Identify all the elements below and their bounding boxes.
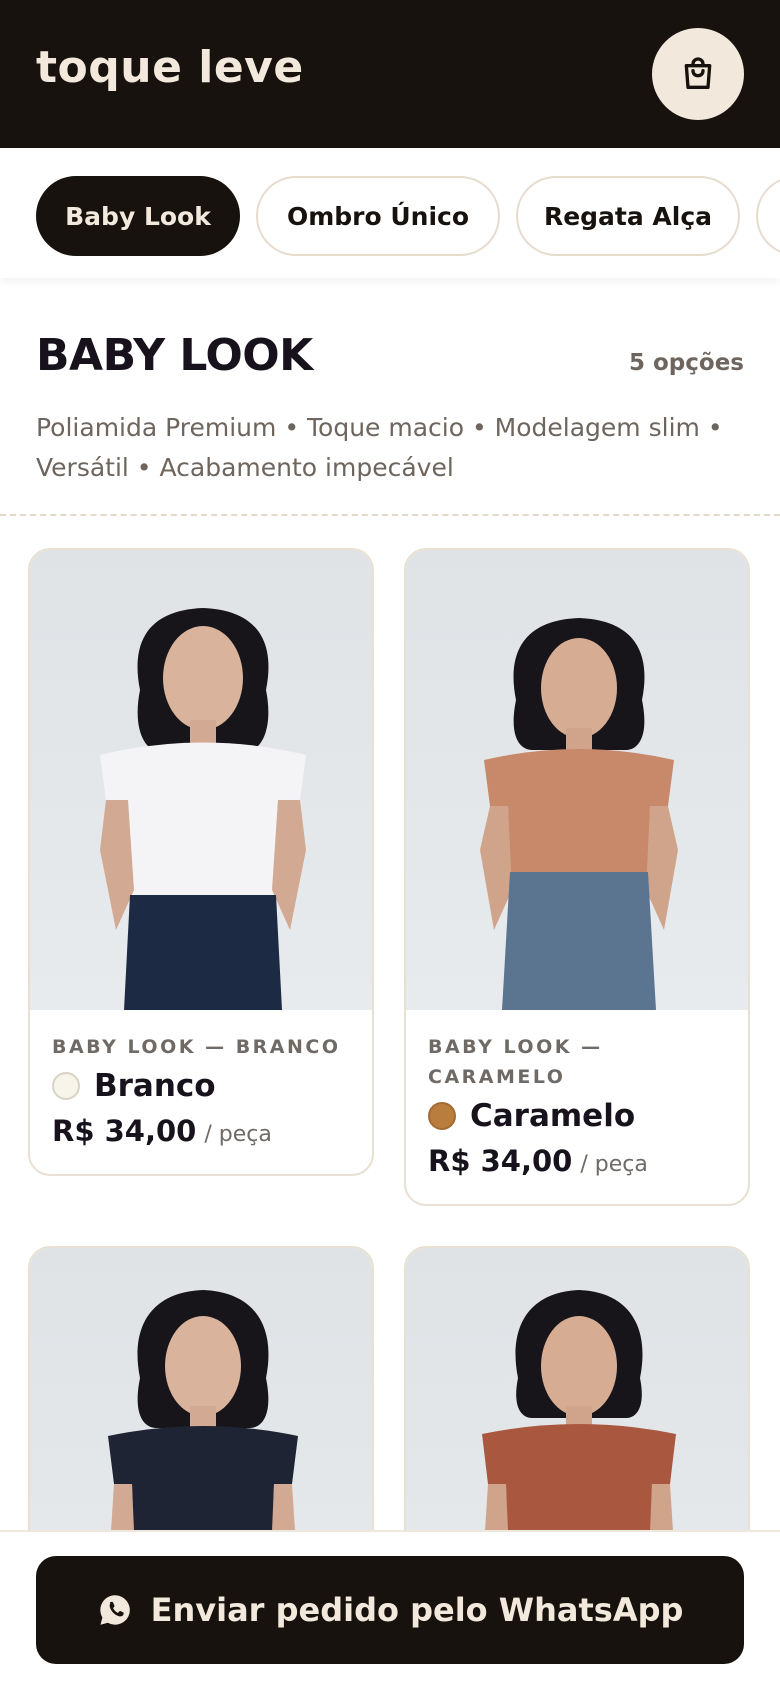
section-title: BABY LOOK — [36, 330, 313, 381]
color-swatch — [428, 1102, 456, 1130]
product-name: Branco — [94, 1068, 216, 1104]
tab-next-partial[interactable] — [756, 176, 780, 256]
whatsapp-order-button[interactable]: Enviar pedido pelo WhatsApp — [36, 1556, 744, 1664]
product-card-caramelo[interactable]: BABY LOOK — CARAMELO Caramelo R$ 34,00 /… — [404, 548, 750, 1206]
divider — [0, 514, 780, 516]
section-description: Poliamida Premium • Toque macio • Modela… — [36, 413, 723, 482]
product-subtitle: BABY LOOK — CARAMELO — [428, 1036, 603, 1088]
tab-regata-alca[interactable]: Regata Alça — [516, 176, 740, 256]
whatsapp-icon — [99, 1595, 130, 1625]
price-unit: / peça — [580, 1152, 648, 1177]
app-header: toque leve — [0, 0, 780, 148]
product-subtitle: BABY LOOK — BRANCO — [52, 1036, 341, 1058]
option-count: 5 opções — [629, 350, 744, 376]
shopping-bag-icon — [684, 57, 712, 90]
order-footer: Enviar pedido pelo WhatsApp — [0, 1530, 780, 1688]
color-swatch — [52, 1072, 80, 1100]
whatsapp-button-label: Enviar pedido pelo WhatsApp — [150, 1591, 684, 1629]
model-photo-image — [480, 618, 678, 1010]
cart-button[interactable] — [652, 28, 744, 120]
brand-logo[interactable]: toque leve — [36, 42, 304, 93]
product-name: Caramelo — [470, 1098, 636, 1134]
product-price: R$ 34,00 — [428, 1144, 573, 1178]
model-photo-image — [100, 608, 306, 1010]
product-photo — [406, 550, 748, 1010]
tab-baby-look[interactable]: Baby Look — [36, 176, 240, 256]
tab-ombro-unico[interactable]: Ombro Único — [256, 176, 500, 256]
product-photo — [30, 550, 372, 1010]
product-price: R$ 34,00 — [52, 1114, 197, 1148]
category-tabs: Baby Look Ombro Único Regata Alça — [0, 148, 780, 278]
price-unit: / peça — [204, 1122, 272, 1147]
product-card-branco[interactable]: BABY LOOK — BRANCO Branco R$ 34,00 / peç… — [28, 548, 374, 1176]
